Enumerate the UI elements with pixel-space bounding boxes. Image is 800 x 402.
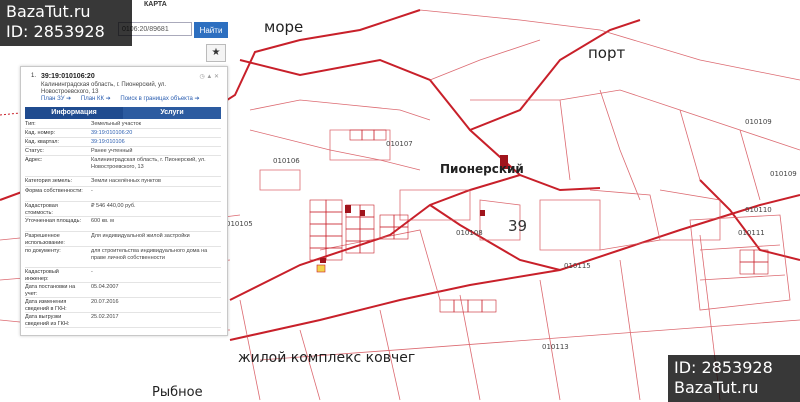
watermark-bottom-right: ID: 2853928 BazaTut.ru bbox=[668, 355, 800, 402]
map-label-town: Пионерский bbox=[440, 162, 524, 176]
cadastral-label: 010113 bbox=[542, 343, 569, 351]
watermark-id: ID: 2853928 bbox=[674, 358, 773, 377]
info-row: Уточненная площадь: 600 кв. м bbox=[25, 217, 221, 232]
info-key: Кадастровая стоимость: bbox=[25, 203, 58, 216]
map-label-residential-complex: жилой комплекс ковчег bbox=[238, 350, 416, 366]
info-value: 25.02.2017 bbox=[91, 314, 119, 320]
info-key: Дата изменения сведений в ГКН: bbox=[25, 299, 67, 312]
link-plan-kk[interactable]: План КК ➔ bbox=[81, 96, 111, 102]
info-row: Категория земель: Земли населённых пункто… bbox=[25, 177, 221, 187]
info-row: Форма собственности: - bbox=[25, 187, 221, 202]
link-plan-zu[interactable]: План ЗУ ➔ bbox=[41, 96, 71, 102]
cadastral-label: 010111 bbox=[738, 229, 765, 237]
info-value: - bbox=[91, 188, 93, 194]
info-key: Кад. номер: bbox=[25, 130, 56, 136]
info-value: Калининградская область, г. Пионерский, … bbox=[91, 157, 206, 170]
cadastral-label: 010108 bbox=[456, 229, 483, 237]
info-key: по документу: bbox=[25, 248, 61, 254]
info-table: Тип: Земельный участок Кад. номер: 39:19:0… bbox=[25, 120, 221, 328]
cadastral-label: 010109 bbox=[770, 170, 797, 178]
map-label-village: Рыбное bbox=[152, 385, 203, 400]
info-value: ₽ 546 440,00 руб. bbox=[91, 203, 136, 209]
info-row: Дата изменения сведений в ГКН: 20.07.2016 bbox=[25, 298, 221, 313]
map-label-port: порт bbox=[588, 44, 626, 62]
info-row: Дата постановки на учет: 05.04.2007 bbox=[25, 283, 221, 298]
info-key: Разрешенное использование: bbox=[25, 233, 65, 246]
parcel-info-panel: 1. 39:19:010106:20 ◷ ▲ ✕ Калининградская… bbox=[20, 66, 228, 336]
info-key: Категория земель: bbox=[25, 178, 73, 184]
info-key: Статус: bbox=[25, 148, 44, 154]
parcel-links: План ЗУ ➔ План КК ➔ Поиск в границах объ… bbox=[41, 95, 227, 102]
info-value: Для индивидуальной жилой застройки bbox=[91, 233, 190, 239]
watermark-top-left: BazaTut.ru ID: 2853928 bbox=[0, 0, 132, 46]
cadastral-label: 010109 bbox=[745, 118, 772, 126]
panel-tabs: Информация Услуги bbox=[25, 107, 221, 119]
info-value-link[interactable]: 39:19:010106 bbox=[91, 139, 217, 146]
map-header: КАРТА bbox=[118, 0, 238, 10]
info-value: для строительства индивидуального дома н… bbox=[91, 248, 208, 261]
info-value: Земельный участок bbox=[91, 121, 142, 127]
info-key: Тип: bbox=[25, 121, 36, 127]
parcel-address: Калининградская область, г. Пионерский, … bbox=[41, 82, 167, 95]
info-value: 600 кв. м bbox=[91, 218, 114, 224]
info-value: 05.04.2007 bbox=[91, 284, 119, 290]
info-row: по документу: для строительства индивидуа… bbox=[25, 247, 221, 268]
watermark-id: ID: 2853928 bbox=[6, 22, 105, 41]
info-key: Дата выгрузки сведений из ГКН: bbox=[25, 314, 70, 327]
cadastral-label: 010110 bbox=[745, 206, 772, 214]
tab-services[interactable]: Услуги bbox=[123, 107, 221, 119]
result-index: 1. bbox=[31, 73, 37, 79]
info-key: Форма собственности: bbox=[25, 188, 83, 194]
map-title: КАРТА bbox=[144, 1, 167, 8]
info-row: Статус: Ранее учтенный bbox=[25, 147, 221, 156]
panel-controls-icon[interactable]: ◷ ▲ ✕ bbox=[199, 73, 219, 80]
info-row: Разрешенное использование: Для индивидуал… bbox=[25, 232, 221, 247]
info-value: - bbox=[91, 269, 93, 275]
watermark-site: BazaTut.ru bbox=[6, 2, 91, 21]
info-key: Дата постановки на учет: bbox=[25, 284, 76, 297]
star-icon[interactable]: ★ bbox=[206, 44, 226, 62]
info-key: Кад. квартал: bbox=[25, 139, 60, 145]
info-key: Адрес: bbox=[25, 157, 43, 163]
info-row: Адрес: Калининградская область, г. Пионер… bbox=[25, 156, 221, 177]
map-label-zone: 39 bbox=[508, 217, 528, 235]
link-search-in-bounds[interactable]: Поиск в границах объекта ➔ bbox=[120, 96, 199, 102]
search-bar: Найти bbox=[118, 22, 228, 40]
info-row: Кад. квартал: 39:19:010106 bbox=[25, 138, 221, 147]
info-row: Дата выгрузки сведений из ГКН: 25.02.2017 bbox=[25, 313, 221, 328]
info-key: Кадастровый инженер: bbox=[25, 269, 59, 282]
info-row: Кадастровый инженер: - bbox=[25, 268, 221, 283]
tab-information[interactable]: Информация bbox=[25, 107, 123, 119]
map-label-sea: море bbox=[264, 18, 304, 36]
info-value-link[interactable]: 39:19:010106:20 bbox=[91, 130, 217, 137]
cadastral-label: 010115 bbox=[564, 262, 591, 270]
cadastral-label: 010106 bbox=[273, 157, 300, 165]
search-button[interactable]: Найти bbox=[194, 22, 228, 38]
info-key: Уточненная площадь: bbox=[25, 218, 81, 224]
info-row: Тип: Земельный участок bbox=[25, 120, 221, 129]
info-value: 20.07.2016 bbox=[91, 299, 119, 305]
info-value: Земли населённых пунктов bbox=[91, 178, 161, 184]
parcel-cadastral-number[interactable]: 39:19:010106:20 bbox=[41, 73, 95, 80]
info-value: Ранее учтенный bbox=[91, 148, 133, 154]
info-row: Кадастровая стоимость: ₽ 546 440,00 руб. bbox=[25, 202, 221, 217]
cadastral-label: 010105 bbox=[226, 220, 253, 228]
info-row: Кад. номер: 39:19:010106:20 bbox=[25, 129, 221, 138]
cadastral-label: 010107 bbox=[386, 140, 413, 148]
watermark-site: BazaTut.ru bbox=[674, 378, 759, 397]
